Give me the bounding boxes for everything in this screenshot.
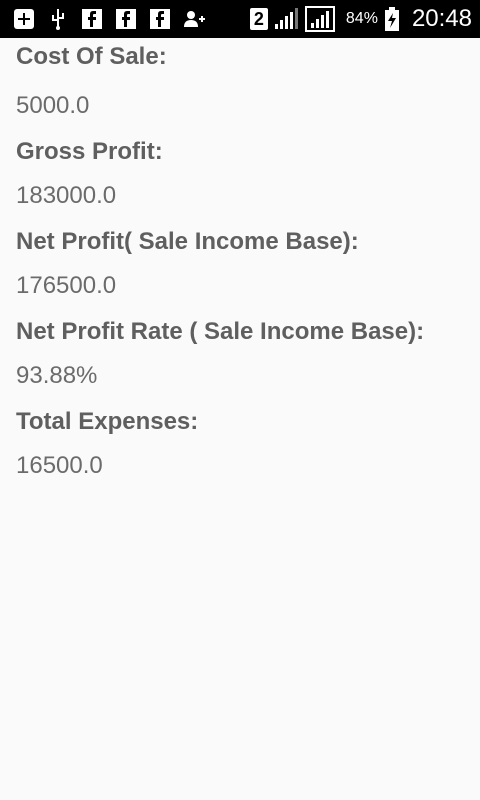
cost-of-sale-label: Cost Of Sale: xyxy=(16,43,167,70)
status-bar: 2 84% 20:48 xyxy=(0,0,480,38)
usb-icon xyxy=(46,7,70,31)
status-system-icons: 2 84% 20:48 xyxy=(249,0,472,38)
total-expenses-value: 16500.0 xyxy=(16,452,103,479)
total-expenses-label: Total Expenses: xyxy=(16,408,199,435)
net-profit-value: 176500.0 xyxy=(16,272,117,299)
person-add-icon xyxy=(182,7,206,31)
facebook-icon xyxy=(80,7,104,31)
battery-charging-icon xyxy=(384,7,400,31)
clock-time: 20:48 xyxy=(411,5,472,32)
net-profit-rate-label: Net Profit Rate ( Sale Income Base): xyxy=(16,318,425,345)
facebook-icon xyxy=(148,7,172,31)
signal-icon xyxy=(304,6,336,32)
signal-icon xyxy=(274,7,298,31)
net-profit-rate-value: 93.88% xyxy=(16,362,98,389)
gross-profit-value: 183000.0 xyxy=(16,182,117,209)
sim-badge: 2 xyxy=(249,8,268,30)
facebook-icon xyxy=(114,7,138,31)
gross-profit-label: Gross Profit: xyxy=(16,138,163,165)
cost-of-sale-value: 5000.0 xyxy=(16,92,90,119)
status-notification-icons xyxy=(12,0,206,38)
battery-percent: 84% xyxy=(345,10,378,27)
profit-report: Cost Of Sale: 5000.0 Gross Profit: 18300… xyxy=(0,38,480,800)
add-box-icon xyxy=(12,7,36,31)
net-profit-label: Net Profit( Sale Income Base): xyxy=(16,228,359,255)
